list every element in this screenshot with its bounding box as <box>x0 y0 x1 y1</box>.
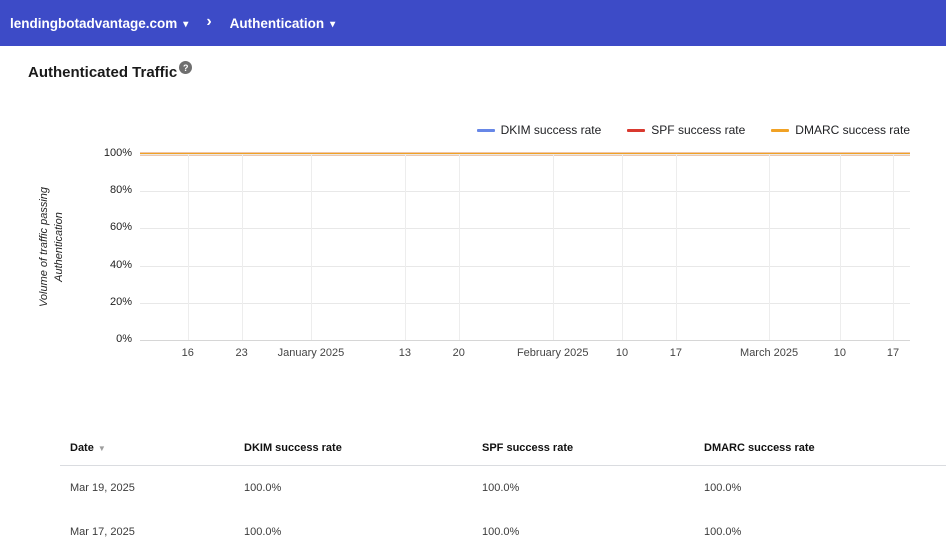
table-cell: 100.0% <box>482 526 520 538</box>
gridline-vertical <box>458 154 460 340</box>
table-cell: 100.0% <box>704 482 742 494</box>
breadcrumb-chevron-icon: › <box>206 13 212 30</box>
column-header-label: DKIM success rate <box>244 442 342 454</box>
column-header-spf-success-rate[interactable]: SPF success rate <box>472 431 694 465</box>
legend-label: DKIM success rate <box>500 123 602 137</box>
x-tick-label: 16 <box>181 347 194 359</box>
top-navigation-bar: lendingbotadvantage.com ▾ › Authenticati… <box>0 0 946 46</box>
table-header-row: Date ▼ DKIM success rate SPF success rate DM… <box>60 431 946 466</box>
page-title: Authenticated Traffic <box>28 64 178 81</box>
legend-item: DKIM success rate <box>476 123 602 137</box>
y-tick-label: 100% <box>103 147 132 159</box>
legend-label: SPF success rate <box>651 123 746 137</box>
results-table: Date ▼ DKIM success rate SPF success rate DM… <box>60 431 946 553</box>
gridline-horizontal <box>140 228 910 230</box>
x-tick-label: March 2025 <box>740 347 799 359</box>
column-header-date[interactable]: Date ▼ <box>60 431 234 465</box>
gridline-horizontal <box>140 191 910 193</box>
domain-selector[interactable]: lendingbotadvantage.com ▾ <box>10 16 188 31</box>
column-header-label: DMARC success rate <box>704 442 815 454</box>
legend-item: SPF success rate <box>627 123 745 137</box>
column-header-dmarc-success-rate[interactable]: DMARC success rate <box>694 431 946 465</box>
gridline-vertical <box>675 154 677 340</box>
gridline-horizontal <box>140 265 910 267</box>
help-icon[interactable]: ? <box>179 61 193 74</box>
x-tick-label: 10 <box>615 347 629 359</box>
column-header-label: SPF success rate <box>482 442 574 454</box>
table-row: Mar 17, 2025 100.0% 100.0% 100.0% <box>60 510 946 553</box>
column-header-label: Date <box>70 442 94 454</box>
gridline-vertical <box>552 154 554 340</box>
y-tick-label: 60% <box>109 221 132 234</box>
gridline-vertical <box>769 154 771 340</box>
y-tick-label: 80% <box>109 184 132 197</box>
gridline-vertical <box>187 154 189 340</box>
legend-line-swatch <box>771 128 790 132</box>
table-cell: Mar 17, 2025 <box>70 526 135 538</box>
chart-legend: DKIM success rate SPF success rate DMARC s… <box>476 123 910 137</box>
authenticated-traffic-chart: DKIM success rate SPF success rate DMARC s… <box>0 109 946 367</box>
x-tick-label: January 2025 <box>277 347 345 359</box>
legend-label: DMARC success rate <box>795 123 910 137</box>
column-header-dkim-success-rate[interactable]: DKIM success rate <box>234 431 472 465</box>
x-tick-label: 10 <box>833 347 847 359</box>
gridline-horizontal <box>140 154 910 155</box>
section-selector[interactable]: Authentication ▾ <box>230 16 336 31</box>
table-cell: 100.0% <box>244 482 282 494</box>
table-cell: 100.0% <box>482 482 520 494</box>
legend-line-swatch <box>627 128 646 132</box>
y-tick-label: 20% <box>109 295 132 308</box>
legend-line-swatch <box>476 128 495 132</box>
domain-label: lendingbotadvantage.com <box>10 15 178 31</box>
y-tick-label: 0% <box>116 333 132 345</box>
x-tick-label: 17 <box>886 347 900 359</box>
caret-down-icon: ▾ <box>330 18 336 30</box>
caret-down-icon: ▾ <box>183 18 189 30</box>
x-tick-label: 20 <box>452 347 465 359</box>
x-tick-label: 17 <box>669 347 683 359</box>
gridline-horizontal <box>140 302 910 304</box>
gridline-vertical <box>893 154 895 340</box>
section-label: Authentication <box>229 15 325 31</box>
sort-descending-icon[interactable]: ▼ <box>98 444 106 453</box>
table-row: Mar 19, 2025 100.0% 100.0% 100.0% <box>60 466 946 510</box>
gridline-vertical <box>622 154 624 340</box>
x-tick-label: February 2025 <box>516 347 589 359</box>
table-cell: Mar 19, 2025 <box>70 482 135 494</box>
legend-item: DMARC success rate <box>771 123 910 137</box>
y-tick-label: 40% <box>109 258 132 271</box>
series-lines <box>140 152 910 156</box>
gridline-vertical <box>310 154 312 340</box>
gridline-vertical <box>241 154 243 340</box>
table-body: Mar 19, 2025 100.0% 100.0% 100.0% Mar 17, 20… <box>60 466 946 553</box>
gridline-vertical <box>404 154 406 340</box>
title-row: Authenticated Traffic ? <box>28 61 946 81</box>
gridline-horizontal <box>140 340 910 341</box>
plot-area <box>140 152 910 341</box>
gridline-vertical <box>839 154 841 340</box>
table-cell: 100.0% <box>704 526 742 538</box>
x-tick-label: 23 <box>235 347 248 359</box>
table-cell: 100.0% <box>244 526 282 538</box>
x-tick-label: 13 <box>398 347 411 359</box>
